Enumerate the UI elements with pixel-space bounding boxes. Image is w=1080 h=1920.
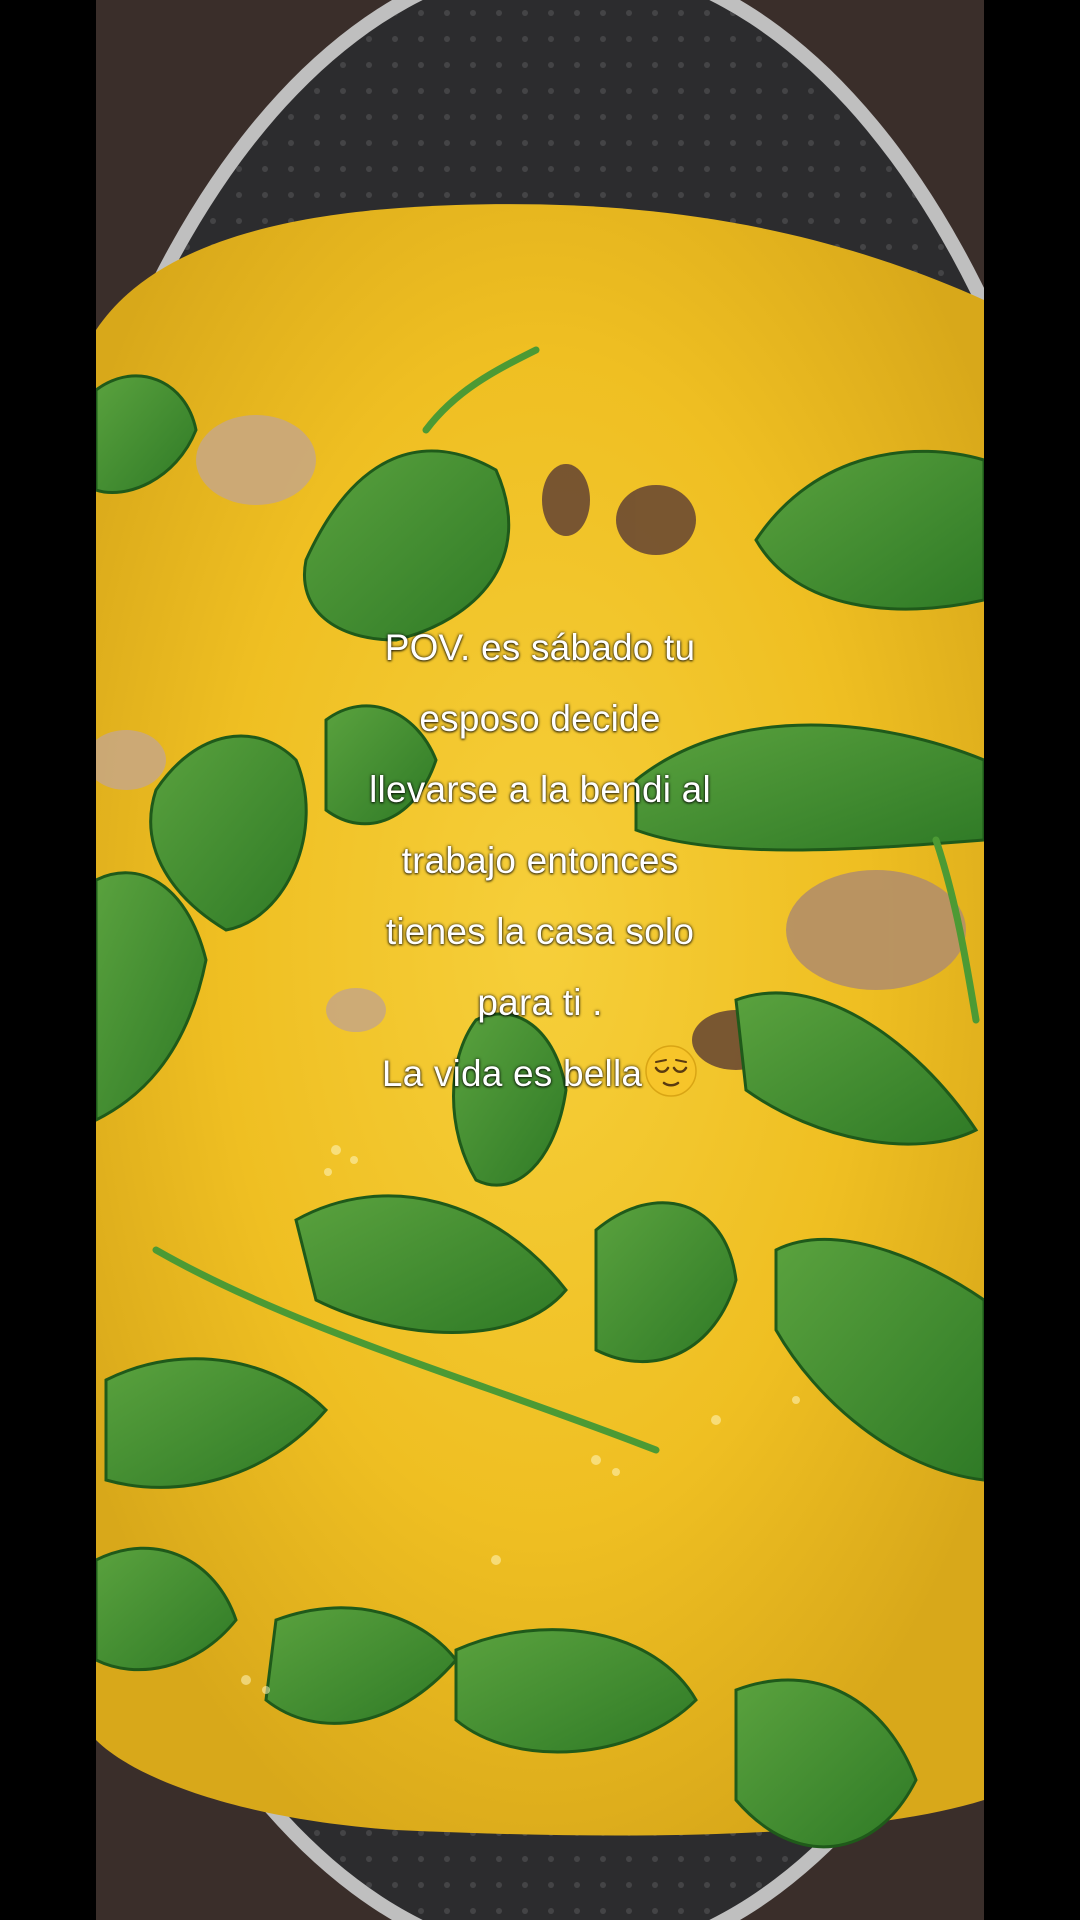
caption-line: trabajo entonces xyxy=(401,840,679,881)
video-frame: POV. es sábado tu esposo decide llevarse… xyxy=(0,0,1080,1920)
caption-line: POV. es sábado tu xyxy=(384,627,696,668)
caption-line: llevarse a la bendi al xyxy=(369,769,711,810)
caption-line: tienes la casa solo xyxy=(385,911,695,952)
relieved-face-emoji-icon xyxy=(645,1045,697,1097)
caption-line: La vida es bella xyxy=(381,1053,643,1094)
caption-line: esposo decide xyxy=(419,698,661,739)
caption-line: para ti . xyxy=(477,982,603,1023)
caption-text: POV. es sábado tu esposo decide llevarse… xyxy=(96,612,984,1109)
caption-last-line: La vida es bella xyxy=(96,1038,984,1109)
